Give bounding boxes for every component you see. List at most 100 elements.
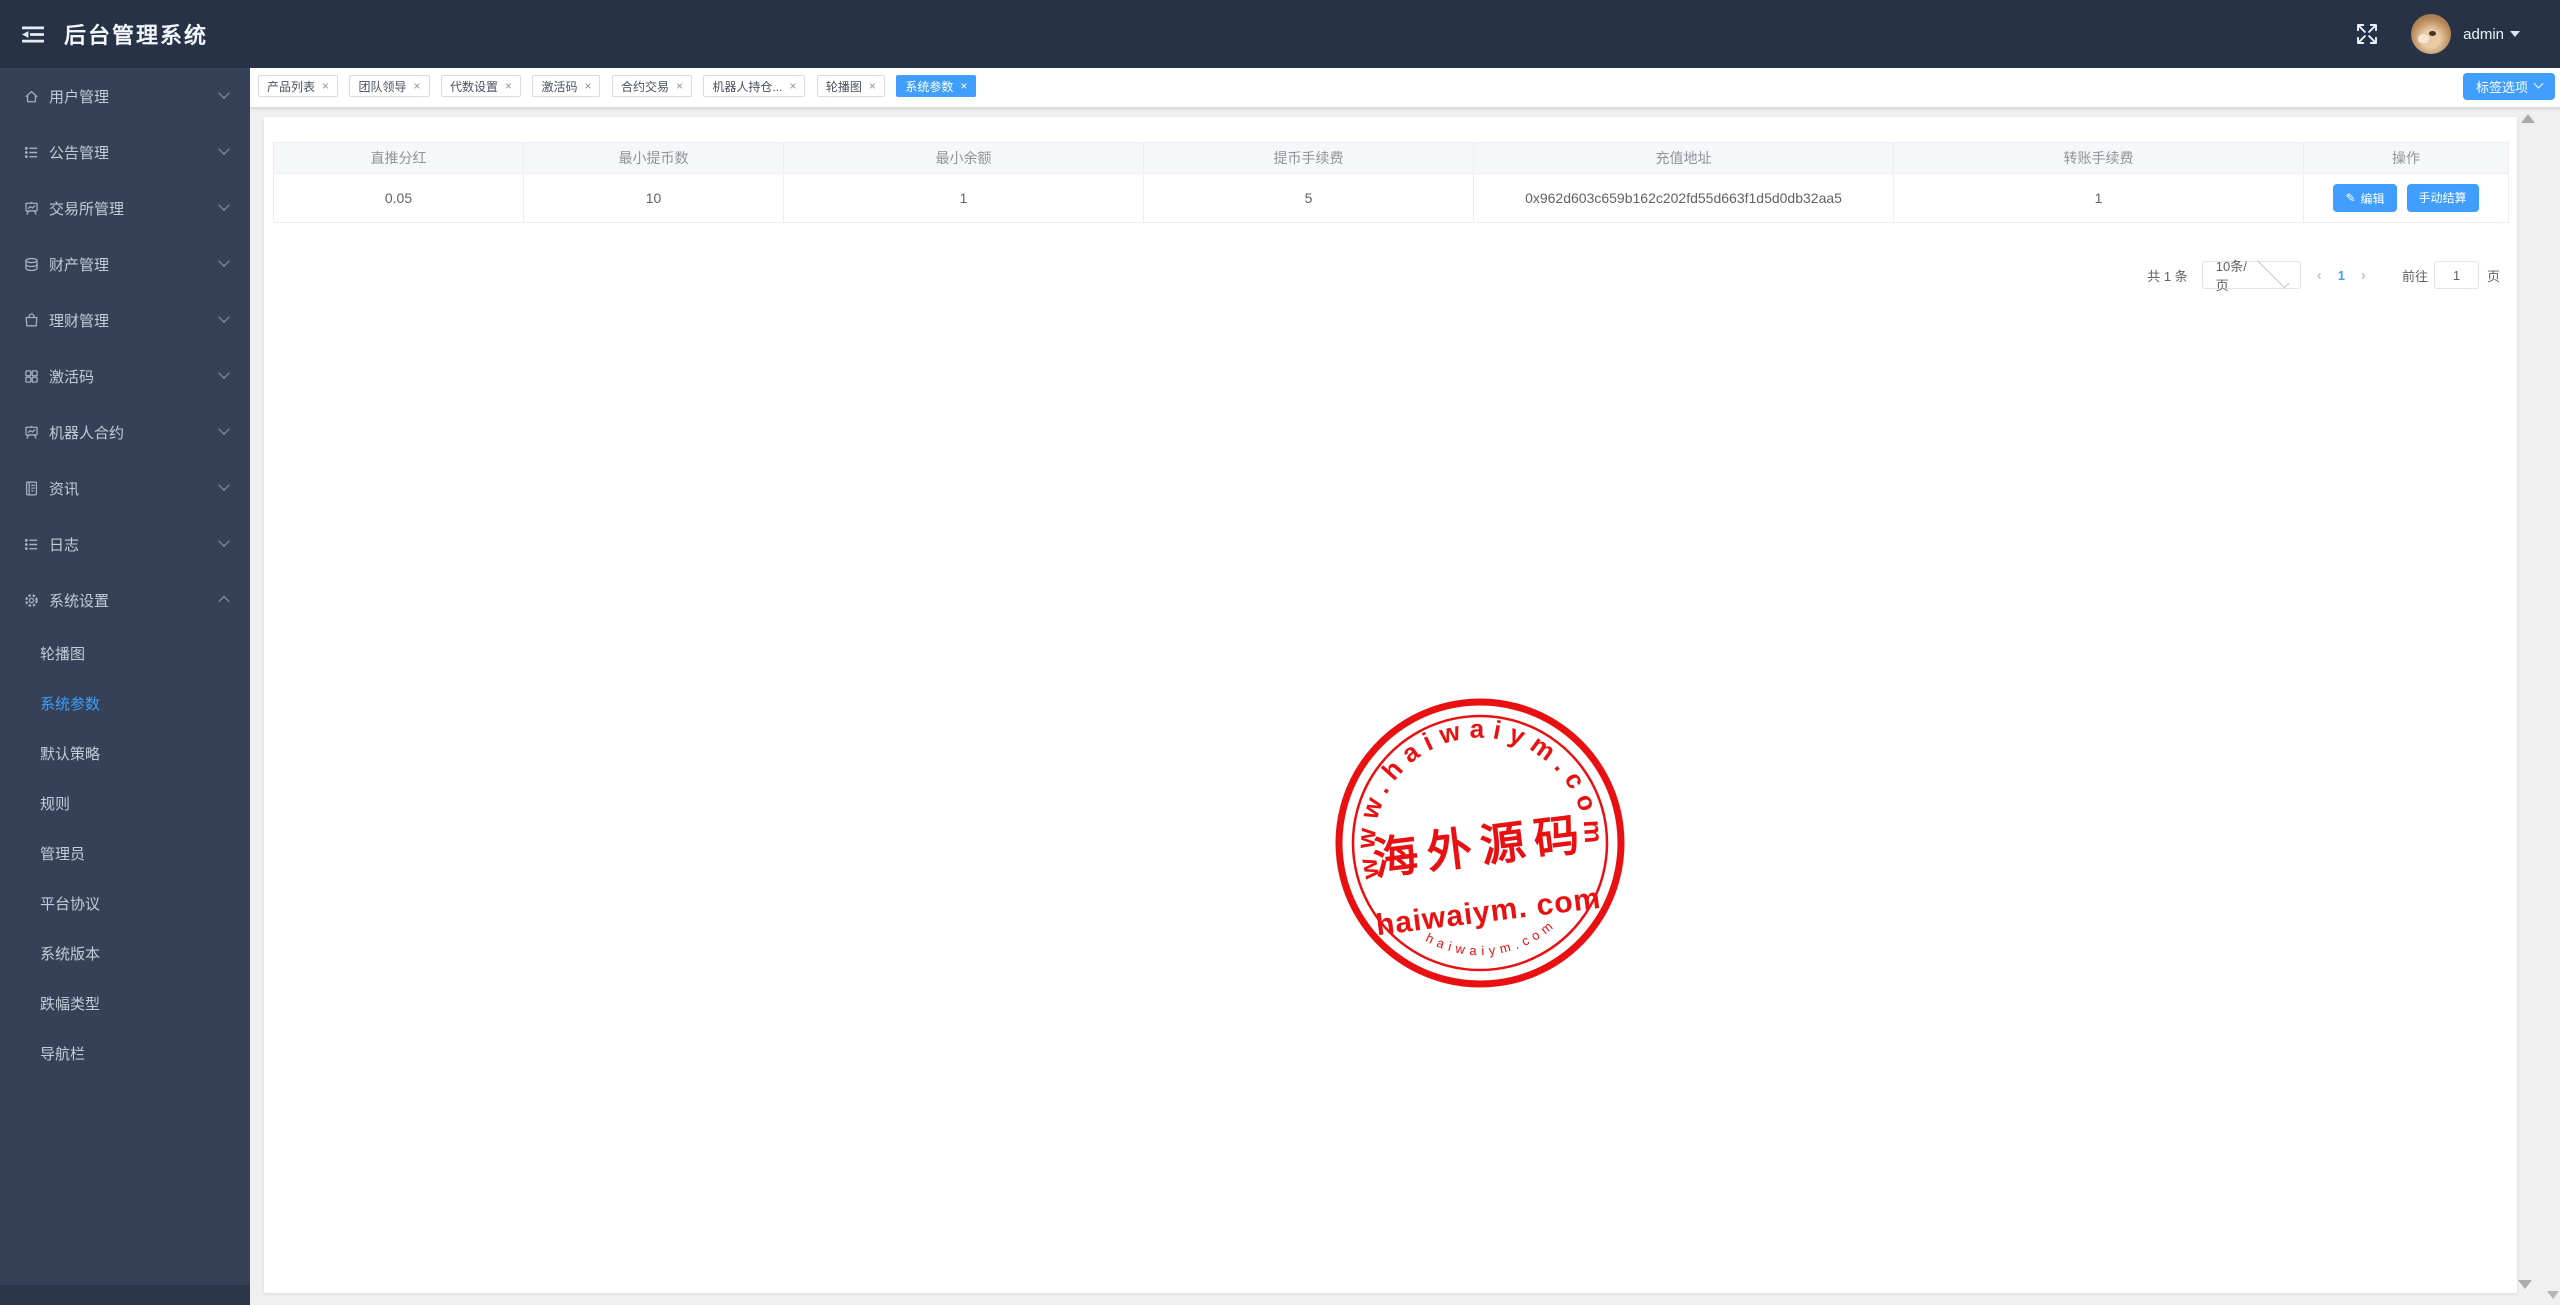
tab-label: 代数设置 (449, 79, 498, 94)
tab-label: 合约交易 (620, 79, 669, 94)
table-cell: 1 (783, 173, 1144, 223)
sidebar-item-handbag[interactable]: 理财管理 (0, 292, 250, 348)
tag-tab[interactable]: 激活码 × (532, 75, 601, 97)
table-cell: 5 (1143, 173, 1474, 223)
manual-settle-button[interactable]: 手动结算 (2406, 183, 2479, 212)
tab-close-icon[interactable]: × (584, 80, 591, 92)
system-params-table: 直推分红 最小提币数 最小余额 提币手续费 充值地址 转账手续费 操作 0.05 10 1 5 0x… (273, 142, 2509, 223)
tab-label: 团队领导 (358, 79, 407, 94)
scroll-up-arrow[interactable] (2521, 114, 2535, 123)
sidebar-item-list[interactable]: 公告管理 (0, 124, 250, 180)
column-header: 转账手续费 (1893, 142, 2304, 174)
tag-tab[interactable]: 轮播图 × (816, 75, 885, 97)
app-window: 后台管理系统 admin 用户管理 公告管理 交易所管理 财产管理 理财管理 激… (0, 0, 2560, 1305)
sidebar-item-coins[interactable]: 财产管理 (0, 236, 250, 292)
chevron-down-icon (218, 479, 230, 491)
sidebar-subitem[interactable]: 管理员 (0, 828, 250, 878)
window-scroll-down-arrow[interactable] (2547, 1291, 2559, 1299)
table-row: 0.05 10 1 5 0x962d603c659b162c202fd55d663f1d… (273, 173, 2509, 223)
doc-icon (23, 480, 40, 497)
gear-icon (23, 592, 40, 609)
tag-tab[interactable]: 系统参数 × (896, 75, 977, 97)
easel-icon (23, 424, 40, 441)
tab-close-icon[interactable]: × (414, 80, 421, 92)
fullscreen-icon[interactable] (2355, 22, 2379, 46)
sidebar-menu: 用户管理 公告管理 交易所管理 财产管理 理财管理 激活码 机器人合约 资讯 日… (0, 68, 250, 628)
chevron-down-icon (218, 367, 230, 379)
header-right: admin (2355, 0, 2520, 68)
actions-cell: ✎ 编辑 手动结算 (2303, 173, 2509, 223)
top-header: 后台管理系统 admin (0, 0, 2560, 68)
chevron-down-icon (218, 595, 230, 608)
pencil-icon: ✎ (2345, 191, 2356, 206)
tab-close-icon[interactable]: × (869, 80, 876, 92)
tags-view-bar: 产品列表 × 团队领导 × 代数设置 × 激活码 × 合约交易 × 机器人持仓.… (250, 68, 2560, 108)
sidebar-subitem[interactable]: 跌幅类型 (0, 978, 250, 1028)
edit-button[interactable]: ✎ 编辑 (2333, 184, 2397, 213)
page-unit-label: 页 (2486, 268, 2500, 284)
page-size-value: 10条/页 (2215, 259, 2247, 293)
tab-label: 激活码 (541, 79, 578, 94)
sidebar-item-home[interactable]: 用户管理 (0, 68, 250, 124)
page-size-select[interactable]: 10条/页 (2201, 255, 2301, 293)
sidebar-subitem[interactable]: 轮播图 (0, 628, 250, 678)
tag-tab[interactable]: 团队领导 × (349, 75, 430, 97)
sidebar-item-label: 理财管理 (49, 312, 110, 330)
page-number-1[interactable]: 1 (2338, 268, 2345, 283)
user-avatar[interactable] (2411, 14, 2452, 54)
sidebar-item-label: 激活码 (49, 368, 95, 386)
coins-icon (23, 256, 40, 273)
sidebar-item-doc[interactable]: 资讯 (0, 460, 250, 516)
tag-tab[interactable]: 代数设置 × (440, 75, 521, 97)
home-icon (23, 88, 40, 105)
tab-label: 轮播图 (825, 79, 862, 94)
tab-label: 系统参数 (905, 79, 954, 94)
sidebar-subitem[interactable]: 导航栏 (0, 1028, 250, 1078)
column-header: 直推分红 (273, 142, 524, 174)
tag-options-button[interactable]: 标签选项 (2462, 73, 2555, 100)
column-header: 最小余额 (783, 142, 1144, 174)
prev-page-button[interactable]: ‹ (2317, 267, 2322, 284)
sidebar-item-easel[interactable]: 机器人合约 (0, 404, 250, 460)
sidebar-item-label: 资讯 (49, 480, 80, 498)
tag-tab[interactable]: 合约交易 × (611, 75, 692, 97)
list-icon (23, 144, 40, 161)
tab-close-icon[interactable]: × (322, 80, 329, 92)
tab-label: 产品列表 (267, 79, 316, 94)
tab-close-icon[interactable]: × (505, 80, 512, 92)
hamburger-icon[interactable] (22, 26, 44, 43)
sidebar-subitem[interactable]: 系统版本 (0, 928, 250, 978)
user-menu-caret-icon[interactable] (2510, 31, 2520, 37)
sidebar-item-label: 系统设置 (49, 592, 110, 610)
sidebar-item-list[interactable]: 日志 (0, 516, 250, 572)
handbag-icon (23, 312, 40, 329)
chevron-down-icon (218, 199, 230, 211)
username[interactable]: admin (2463, 26, 2504, 43)
tab-close-icon[interactable]: × (789, 80, 796, 92)
tabs-container: 产品列表 × 团队领导 × 代数设置 × 激活码 × 合约交易 × 机器人持仓.… (258, 75, 983, 97)
sidebar-subitem-active[interactable]: 系统参数 (0, 678, 250, 728)
pagination-total: 共 1 条 (2147, 268, 2188, 284)
sidebar-subitem[interactable]: 平台协议 (0, 878, 250, 928)
goto-page-input[interactable] (2433, 261, 2479, 289)
sidebar-item-label: 用户管理 (49, 88, 110, 106)
sidebar-subitem[interactable]: 默认策略 (0, 728, 250, 778)
tab-close-icon[interactable]: × (676, 80, 683, 92)
content-card: 直推分红 最小提币数 最小余额 提币手续费 充值地址 转账手续费 操作 0.05 10 1 5 0x… (264, 117, 2517, 1293)
sidebar-subitem[interactable]: 规则 (0, 778, 250, 828)
sidebar-item-easel[interactable]: 交易所管理 (0, 180, 250, 236)
list-icon (23, 536, 40, 553)
column-header: 充值地址 (1473, 142, 1894, 174)
sidebar-item-grid[interactable]: 激活码 (0, 348, 250, 404)
chevron-down-icon (218, 87, 230, 99)
scroll-down-arrow[interactable] (2518, 1280, 2532, 1289)
pagination: 共 1 条 10条/页 ‹ 1 › 前往 页 (2147, 255, 2500, 293)
tab-close-icon[interactable]: × (960, 80, 967, 92)
tag-tab[interactable]: 机器人持仓... × (703, 75, 806, 97)
next-page-button[interactable]: › (2361, 267, 2366, 284)
tab-label: 机器人持仓... (712, 79, 783, 94)
tag-tab[interactable]: 产品列表 × (258, 75, 339, 97)
sidebar-item-gear[interactable]: 系统设置 (0, 572, 250, 628)
sidebar-footer (0, 1285, 250, 1305)
table-cell: 0.05 (273, 173, 524, 223)
